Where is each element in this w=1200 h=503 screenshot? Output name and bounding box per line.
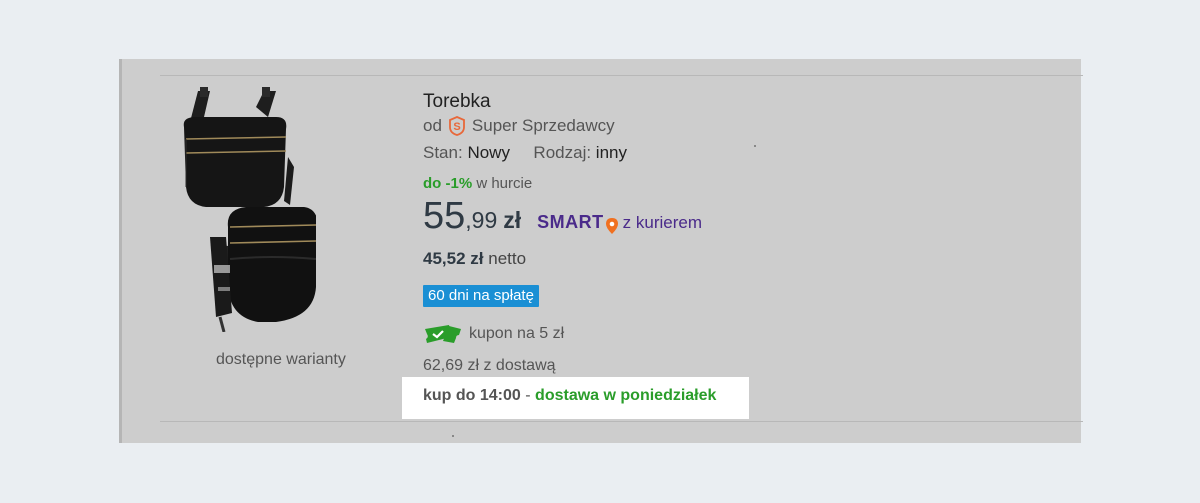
delivery-separator: -	[525, 387, 531, 404]
seller-name: Super Sprzedawcy	[471, 116, 615, 135]
delivery-time: kup do 14:00	[423, 387, 521, 404]
wholesale-text: w hurcie	[476, 175, 533, 192]
price-integer: 55	[423, 195, 466, 237]
netto-label: netto	[488, 249, 527, 268]
decorative-dot	[754, 145, 756, 147]
smart-label: SMART	[537, 212, 604, 232]
wholesale-discount: do -1% w hurcie	[423, 175, 532, 192]
smart-badge: SMART	[537, 212, 619, 235]
product-params: Stan: Nowy Rodzaj: inny	[423, 143, 627, 163]
installments-badge[interactable]: 60 dni na spłatę	[423, 285, 539, 307]
condition-label: Stan:	[423, 143, 463, 162]
delivery-info: kup do 14:00 - dostawa w poniedziałek	[402, 377, 749, 419]
netto-amount: 45,52 zł	[423, 249, 484, 268]
coupon-ticket-icon	[423, 323, 463, 345]
price-currency: zł	[503, 207, 522, 233]
netto-price: 45,52 zł netto	[423, 249, 526, 269]
product-image[interactable]	[176, 87, 319, 333]
svg-text:S: S	[453, 121, 460, 133]
seller-line: od S Super Sprzedawcy	[423, 116, 615, 136]
courier-text: z kurierem	[622, 213, 703, 232]
location-pin-icon	[605, 217, 619, 235]
price-with-delivery: 62,69 zł z dostawą	[423, 357, 556, 374]
product-title[interactable]: Torebka	[423, 91, 491, 113]
condition-value: Nowy	[467, 143, 510, 162]
decorative-dot	[452, 435, 454, 437]
variants-link[interactable]: dostępne warianty	[216, 351, 346, 369]
delivery-day: dostawa w poniedziałek	[535, 387, 717, 404]
divider-top	[160, 75, 1083, 76]
price-decimal: ,99	[465, 207, 498, 233]
wholesale-pct: do -1%	[423, 175, 473, 192]
price-row: 55 ,99 zł SMART z kurierem	[423, 195, 702, 238]
coupon-text: kupon na 5 zł	[469, 325, 565, 342]
super-seller-icon: S	[447, 116, 467, 136]
type-label: Rodzaj:	[533, 143, 592, 162]
product-card: dostępne warianty Torebka od S Super Spr…	[119, 59, 1083, 443]
seller-prefix: od	[423, 116, 442, 135]
type-value: inny	[595, 143, 627, 162]
coupon-line: kupon na 5 zł	[423, 323, 564, 345]
divider-bottom	[160, 421, 1083, 422]
